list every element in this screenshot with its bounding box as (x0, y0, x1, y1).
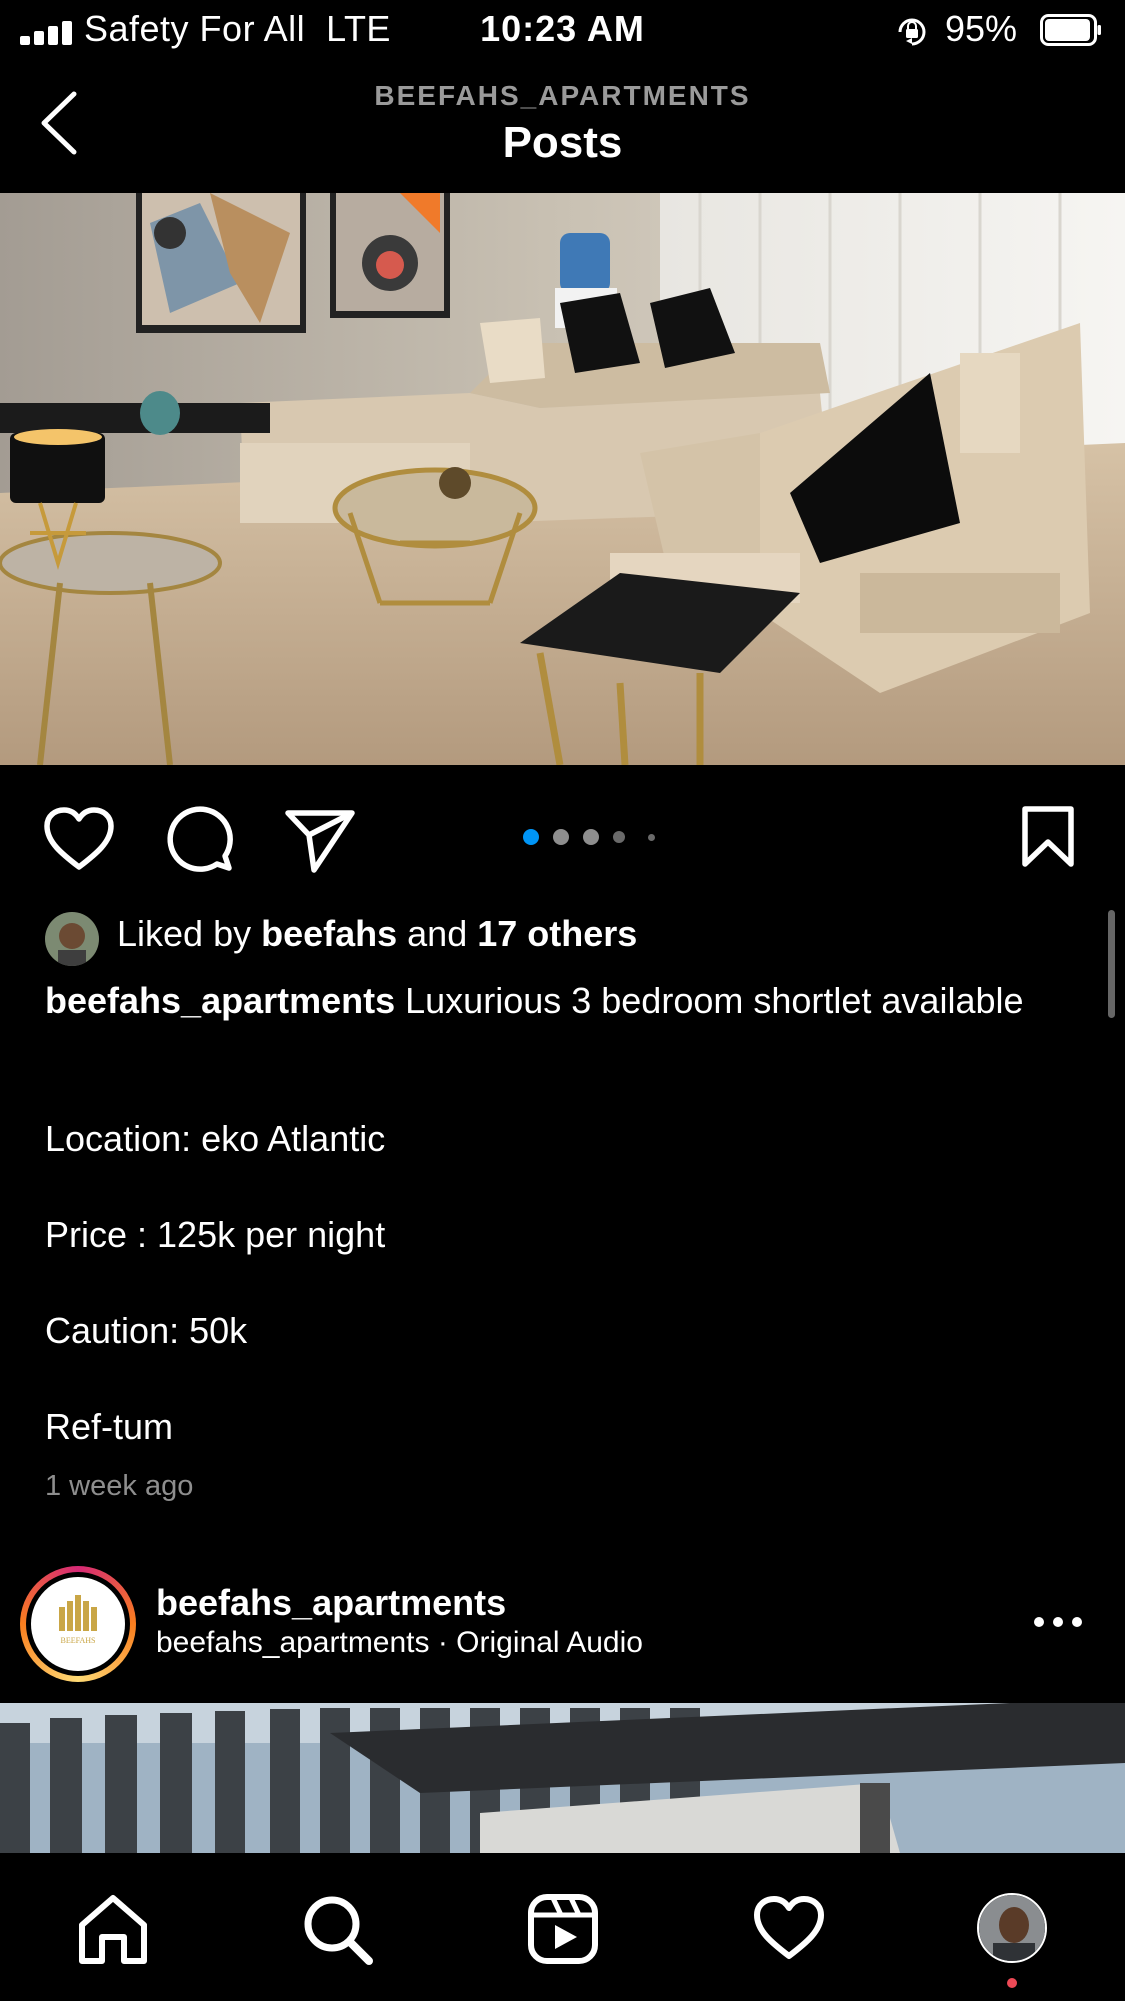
scrollbar[interactable] (1108, 910, 1115, 1018)
orientation-lock-icon (898, 18, 926, 46)
more-icon[interactable] (1030, 1608, 1086, 1636)
search-icon[interactable] (301, 1893, 375, 1967)
battery-icon (1040, 14, 1101, 46)
status-bar: Safety For All LTE 10:23 AM 95% (0, 0, 1125, 62)
comment-icon[interactable] (165, 804, 235, 874)
carousel-dot (583, 829, 599, 845)
battery-percent: 95% (945, 8, 1018, 49)
post-caption: beefahs_apartments Luxurious 3 bedroom s… (45, 980, 1055, 1022)
post-author-username[interactable]: beefahs_apartments (156, 1582, 506, 1624)
post-timestamp: 1 week ago (45, 1470, 194, 1502)
profile-notification-dot (1007, 1978, 1017, 1988)
reels-icon[interactable] (527, 1893, 599, 1965)
carousel-dot (523, 829, 539, 845)
page-title: Posts (502, 118, 623, 167)
heart-icon[interactable] (42, 806, 116, 872)
bookmark-icon[interactable] (1020, 805, 1076, 869)
likes-prefix: Liked by (117, 913, 262, 954)
post-audio-label[interactable]: beefahs_apartments · Original Audio (156, 1626, 643, 1660)
caption-username[interactable]: beefahs_apartments (45, 980, 395, 1021)
likes-others[interactable]: 17 others (477, 913, 637, 954)
activity-icon[interactable] (752, 1895, 826, 1961)
carousel-dot (613, 831, 625, 843)
home-icon[interactable] (76, 1893, 150, 1965)
caption-text: Luxurious 3 bedroom shortlet available (395, 980, 1024, 1021)
liker-avatar[interactable] (45, 912, 99, 966)
post-image[interactable] (0, 193, 1125, 765)
liker-username[interactable]: beefahs (261, 913, 397, 954)
caption-caution: Caution: 50k (45, 1310, 248, 1351)
likes-mid: and (397, 913, 478, 954)
share-icon[interactable] (284, 808, 356, 874)
profile-tab-avatar[interactable] (977, 1893, 1047, 1963)
living-room-photo (0, 193, 1125, 765)
building-photo (0, 1703, 1125, 1853)
likes-summary[interactable]: Liked by beefahs and 17 others (117, 913, 637, 955)
carousel-dot (648, 833, 655, 841)
logo-text: BEEFAHS (61, 1636, 96, 1645)
caption-price: Price : 125k per night (45, 1214, 386, 1255)
carousel-indicator (523, 828, 663, 846)
caption-ref: Ref-tum (45, 1406, 174, 1447)
carousel-dot (553, 829, 569, 845)
post-video-preview[interactable] (0, 1703, 1125, 1853)
caption-location: Location: eko Atlantic (45, 1118, 386, 1159)
account-logo[interactable]: BEEFAHS (31, 1577, 125, 1671)
header-account-name: BEEFAHS_APARTMENTS (374, 80, 751, 111)
